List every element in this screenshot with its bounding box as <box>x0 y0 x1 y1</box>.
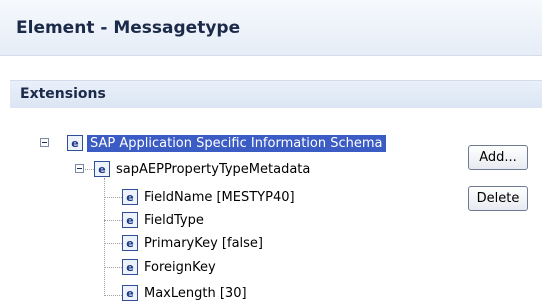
tree-leaf-label: PrimaryKey [false] <box>144 235 264 251</box>
tree-connector <box>104 243 122 244</box>
tree-leaf[interactable]: e PrimaryKey [false] <box>122 233 263 253</box>
tree-connector <box>104 295 122 296</box>
tree-leaf[interactable]: e FieldType <box>122 210 204 230</box>
extensions-section-header[interactable]: Extensions <box>10 80 542 108</box>
tree-node-label: SAP Application Specific Information Sch… <box>87 134 386 152</box>
element-icon: e <box>122 212 138 228</box>
tree-leaf-label: FieldType <box>144 212 204 228</box>
add-button[interactable]: Add... <box>468 145 528 170</box>
tree-node-root[interactable]: e SAP Application Specific Information S… <box>67 133 386 153</box>
tree-node-child[interactable]: e sapAEPPropertyTypeMetadata <box>94 159 310 179</box>
element-icon: e <box>122 285 138 301</box>
collapse-icon[interactable] <box>40 138 49 147</box>
tree-leaf-label: FieldName [MESTYP40] <box>144 189 295 205</box>
tree-connector <box>104 220 122 221</box>
page-title: Element - Messagetype <box>16 18 241 38</box>
tree-connector <box>104 197 122 198</box>
element-icon: e <box>122 189 138 205</box>
tree-leaf[interactable]: e MaxLength [30] <box>122 283 247 303</box>
element-icon: e <box>94 161 110 177</box>
element-icon: e <box>67 135 83 151</box>
element-icon: e <box>122 235 138 251</box>
tree-connector <box>104 267 122 268</box>
delete-button[interactable]: Delete <box>468 186 528 211</box>
editor-header: Element - Messagetype <box>0 0 542 56</box>
tree-connector <box>85 169 94 170</box>
tree-leaf[interactable]: e ForeignKey <box>122 257 216 277</box>
collapse-icon[interactable] <box>75 164 84 173</box>
tree-connector <box>104 178 105 296</box>
element-icon: e <box>122 259 138 275</box>
section-title: Extensions <box>20 86 106 102</box>
tree-leaf[interactable]: e FieldName [MESTYP40] <box>122 187 295 207</box>
tree-leaf-label: ForeignKey <box>144 259 216 275</box>
tree-leaf-label: MaxLength [30] <box>144 285 247 301</box>
tree-node-label: sapAEPPropertyTypeMetadata <box>116 161 311 177</box>
